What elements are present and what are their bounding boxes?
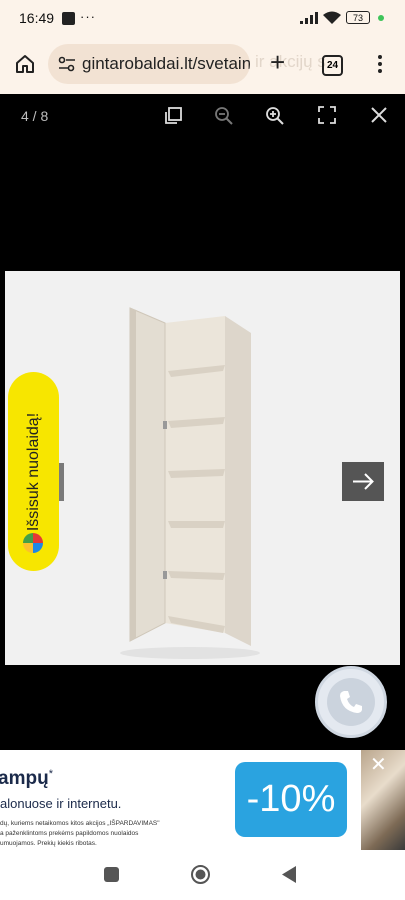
image-lightbox: 4 / 8 Išsisuk nuolaidą!: [0, 94, 405, 750]
close-icon[interactable]: [370, 106, 388, 124]
address-bar[interactable]: gintarobaldai.lt/svetain: [48, 44, 250, 84]
next-image-button[interactable]: [342, 462, 384, 501]
wardrobe-illustration: [120, 307, 260, 659]
prize-wheel-icon: [23, 533, 43, 553]
fullscreen-icon[interactable]: [318, 106, 336, 124]
battery-icon: 73: [346, 11, 370, 24]
ad-close-icon[interactable]: ✕: [370, 752, 387, 777]
system-nav-bar: [0, 850, 405, 900]
more-notifications-icon: ···: [80, 9, 96, 24]
notification-icon: [62, 12, 75, 25]
home-icon[interactable]: [14, 53, 36, 75]
recents-icon[interactable]: [104, 867, 119, 882]
ad-fine-print: a paženklintoms prekėms papildomos nuola…: [0, 830, 139, 837]
url-text: gintarobaldai.lt/svetain: [82, 54, 250, 73]
ad-title-text: ampų: [0, 768, 49, 789]
image-counter: 4 / 8: [21, 108, 49, 124]
zoom-in-icon[interactable]: [265, 106, 285, 126]
tab-switcher-button[interactable]: 24: [322, 55, 343, 76]
ad-title-mark: *: [48, 768, 53, 780]
signal-icon: [300, 12, 318, 24]
ad-fine-print: dų, kuriems netaikomos kitos akcijos „IŠ…: [0, 820, 160, 827]
menu-icon[interactable]: [377, 54, 383, 74]
status-time: 16:49: [19, 10, 55, 26]
privacy-indicator-dot: [378, 15, 384, 21]
ad-banner[interactable]: ampų* alonuose ir internetu. dų, kuriems…: [0, 750, 405, 850]
site-settings-icon[interactable]: [58, 56, 76, 72]
browser-toolbar: gintarobaldai.lt/svetain ir akcijų s + 2…: [0, 38, 405, 94]
copy-icon[interactable]: [163, 106, 183, 126]
call-button[interactable]: [315, 666, 387, 738]
arrow-right-icon: [353, 473, 374, 490]
page-title-ghost-text: ir akcijų s: [255, 52, 326, 71]
zoom-out-icon[interactable]: [214, 106, 234, 126]
product-image: [5, 271, 400, 665]
promo-wheel-tab[interactable]: Išsisuk nuolaidą!: [8, 372, 59, 571]
ad-title: ampų*: [0, 768, 53, 790]
ad-fine-print: umuojamos. Prekių kiekis ribotas.: [0, 840, 97, 847]
promo-label: Išsisuk nuolaidą!: [24, 412, 42, 531]
new-tab-button[interactable]: +: [270, 49, 285, 75]
discount-badge: -10%: [235, 762, 347, 837]
ad-subtitle: alonuose ir internetu.: [0, 796, 122, 811]
phone-icon: [340, 691, 362, 713]
call-button-inner: [327, 678, 375, 726]
back-icon[interactable]: [282, 866, 297, 883]
home-nav-icon[interactable]: [190, 864, 211, 885]
status-bar: 16:49 ··· 73: [0, 0, 405, 38]
wifi-icon: [323, 11, 341, 24]
